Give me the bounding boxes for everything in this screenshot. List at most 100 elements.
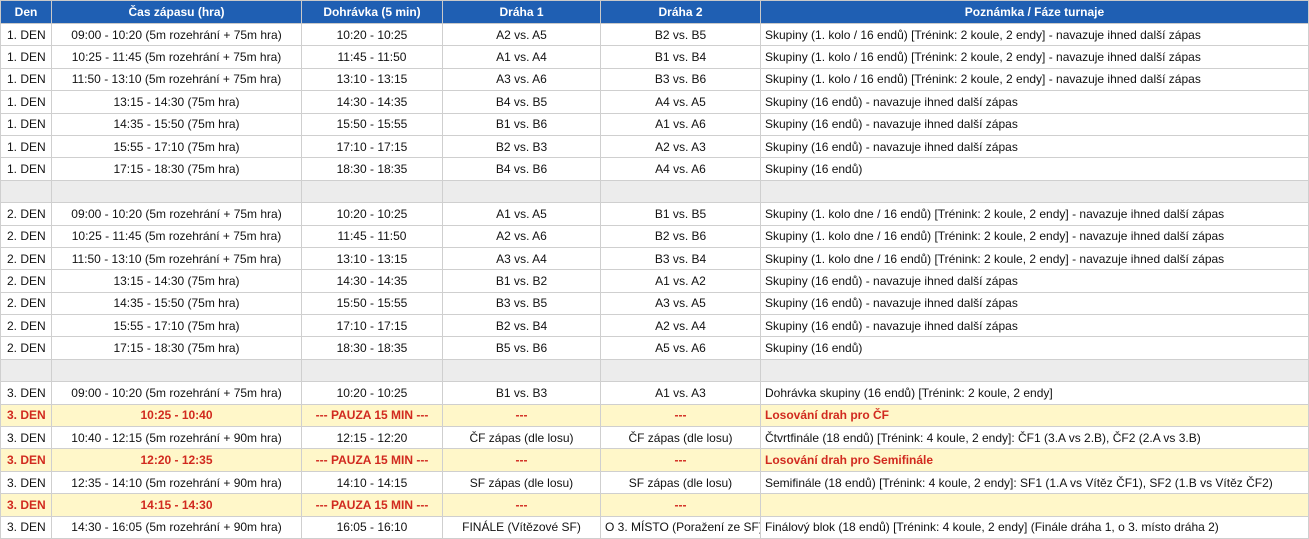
- cell-day[interactable]: 3. DEN: [0, 493, 52, 517]
- cell-note[interactable]: Skupiny (16 endů) - navazuje ihned další…: [760, 134, 1309, 159]
- cell-time[interactable]: 10:25 - 11:45 (5m rozehrání + 75m hra): [51, 224, 302, 248]
- cell-note[interactable]: Skupiny (16 endů) - navazuje ihned další…: [760, 112, 1309, 136]
- cell-lane-1[interactable]: A2 vs. A6: [442, 224, 601, 248]
- cell-finish[interactable]: --- PAUZA 15 MIN ---: [301, 448, 443, 472]
- cell-lane-2[interactable]: A2 vs. A3: [600, 134, 761, 159]
- cell-lane-2[interactable]: A4 vs. A5: [600, 90, 761, 114]
- cell-finish[interactable]: 17:10 - 17:15: [301, 314, 443, 338]
- cell-time[interactable]: 09:00 - 10:20 (5m rozehrání + 75m hra): [51, 381, 302, 405]
- cell-day[interactable]: 1. DEN: [0, 22, 52, 47]
- cell-lane-1[interactable]: B2 vs. B3: [442, 134, 601, 159]
- cell-time[interactable]: 12:35 - 14:10 (5m rozehrání + 90m hra): [51, 470, 302, 495]
- cell-day[interactable]: 1. DEN: [0, 45, 52, 69]
- cell-lane-2[interactable]: A1 vs. A3: [600, 381, 761, 405]
- cell-finish[interactable]: 16:05 - 16:10: [301, 515, 443, 539]
- cell-time[interactable]: 12:20 - 12:35: [51, 448, 302, 472]
- cell-time[interactable]: 14:30 - 16:05 (5m rozehrání + 90m hra): [51, 515, 302, 539]
- cell-day[interactable]: [0, 179, 52, 204]
- cell-finish[interactable]: --- PAUZA 15 MIN ---: [301, 493, 443, 517]
- cell-time[interactable]: 14:15 - 14:30: [51, 493, 302, 517]
- cell-lane-1[interactable]: B4 vs. B5: [442, 90, 601, 114]
- cell-lane-1[interactable]: A2 vs. A5: [442, 22, 601, 47]
- cell-note[interactable]: [760, 493, 1309, 517]
- cell-lane-2[interactable]: ---: [600, 448, 761, 472]
- cell-time[interactable]: 13:15 - 14:30 (75m hra): [51, 269, 302, 293]
- cell-finish[interactable]: 10:20 - 10:25: [301, 381, 443, 405]
- header-note[interactable]: Poznámka / Fáze turnaje: [760, 0, 1309, 24]
- cell-lane-1[interactable]: ---: [442, 403, 601, 428]
- cell-lane-2[interactable]: A1 vs. A6: [600, 112, 761, 136]
- cell-time[interactable]: 13:15 - 14:30 (75m hra): [51, 90, 302, 114]
- header-lane-1[interactable]: Dráha 1: [442, 0, 601, 24]
- cell-day[interactable]: 2. DEN: [0, 246, 52, 271]
- cell-time[interactable]: 14:35 - 15:50 (75m hra): [51, 112, 302, 136]
- cell-finish[interactable]: [301, 358, 443, 383]
- header-time[interactable]: Čas zápasu (hra): [51, 0, 302, 24]
- cell-note[interactable]: Skupiny (1. kolo dne / 16 endů) [Trénink…: [760, 224, 1309, 248]
- cell-lane-1[interactable]: A1 vs. A4: [442, 45, 601, 69]
- header-finish[interactable]: Dohrávka (5 min): [301, 0, 443, 24]
- cell-day[interactable]: 1. DEN: [0, 134, 52, 159]
- cell-lane-1[interactable]: SF zápas (dle losu): [442, 470, 601, 495]
- cell-finish[interactable]: 13:10 - 13:15: [301, 246, 443, 271]
- cell-lane-2[interactable]: [600, 179, 761, 204]
- cell-finish[interactable]: 18:30 - 18:35: [301, 157, 443, 181]
- cell-finish[interactable]: 10:20 - 10:25: [301, 202, 443, 226]
- cell-lane-1[interactable]: B3 vs. B5: [442, 291, 601, 316]
- cell-note[interactable]: Skupiny (1. kolo / 16 endů) [Trénink: 2 …: [760, 45, 1309, 69]
- cell-day[interactable]: 1. DEN: [0, 67, 52, 92]
- cell-finish[interactable]: 11:45 - 11:50: [301, 224, 443, 248]
- cell-lane-2[interactable]: O 3. MÍSTO (Poražení ze SF): [600, 515, 761, 539]
- cell-note[interactable]: Semifinále (18 endů) [Trénink: 4 koule, …: [760, 470, 1309, 495]
- cell-note[interactable]: Skupiny (16 endů) - navazuje ihned další…: [760, 90, 1309, 114]
- cell-lane-1[interactable]: A1 vs. A5: [442, 202, 601, 226]
- cell-note[interactable]: Skupiny (16 endů): [760, 157, 1309, 181]
- cell-note[interactable]: Skupiny (1. kolo dne / 16 endů) [Trénink…: [760, 246, 1309, 271]
- cell-time[interactable]: 17:15 - 18:30 (75m hra): [51, 157, 302, 181]
- cell-day[interactable]: 2. DEN: [0, 224, 52, 248]
- cell-time[interactable]: 11:50 - 13:10 (5m rozehrání + 75m hra): [51, 67, 302, 92]
- cell-time[interactable]: [51, 179, 302, 204]
- cell-note[interactable]: Skupiny (16 endů): [760, 336, 1309, 360]
- cell-note[interactable]: Skupiny (16 endů) - navazuje ihned další…: [760, 291, 1309, 316]
- cell-note[interactable]: Dohrávka skupiny (16 endů) [Trénink: 2 k…: [760, 381, 1309, 405]
- cell-note[interactable]: [760, 358, 1309, 383]
- cell-time[interactable]: 09:00 - 10:20 (5m rozehrání + 75m hra): [51, 22, 302, 47]
- cell-day[interactable]: [0, 358, 52, 383]
- cell-finish[interactable]: [301, 179, 443, 204]
- cell-day[interactable]: 2. DEN: [0, 269, 52, 293]
- cell-lane-2[interactable]: SF zápas (dle losu): [600, 470, 761, 495]
- cell-day[interactable]: 2. DEN: [0, 202, 52, 226]
- cell-lane-1[interactable]: [442, 358, 601, 383]
- cell-finish[interactable]: 10:20 - 10:25: [301, 22, 443, 47]
- cell-lane-2[interactable]: A4 vs. A6: [600, 157, 761, 181]
- cell-finish[interactable]: 14:30 - 14:35: [301, 269, 443, 293]
- cell-lane-1[interactable]: B1 vs. B2: [442, 269, 601, 293]
- cell-lane-1[interactable]: A3 vs. A4: [442, 246, 601, 271]
- cell-day[interactable]: 2. DEN: [0, 291, 52, 316]
- cell-lane-2[interactable]: B1 vs. B5: [600, 202, 761, 226]
- cell-note[interactable]: Skupiny (1. kolo / 16 endů) [Trénink: 2 …: [760, 67, 1309, 92]
- cell-note[interactable]: Losování drah pro ČF: [760, 403, 1309, 428]
- cell-day[interactable]: 3. DEN: [0, 470, 52, 495]
- cell-lane-1[interactable]: [442, 179, 601, 204]
- cell-note[interactable]: Losování drah pro Semifinále: [760, 448, 1309, 472]
- cell-day[interactable]: 1. DEN: [0, 112, 52, 136]
- cell-day[interactable]: 3. DEN: [0, 448, 52, 472]
- cell-lane-2[interactable]: B3 vs. B4: [600, 246, 761, 271]
- cell-day[interactable]: 3. DEN: [0, 403, 52, 428]
- cell-time[interactable]: 15:55 - 17:10 (75m hra): [51, 314, 302, 338]
- cell-lane-2[interactable]: B2 vs. B6: [600, 224, 761, 248]
- cell-note[interactable]: Finálový blok (18 endů) [Trénink: 4 koul…: [760, 515, 1309, 539]
- cell-lane-2[interactable]: ČF zápas (dle losu): [600, 426, 761, 450]
- cell-time[interactable]: 10:40 - 12:15 (5m rozehrání + 90m hra): [51, 426, 302, 450]
- cell-note[interactable]: Skupiny (1. kolo / 16 endů) [Trénink: 2 …: [760, 22, 1309, 47]
- cell-lane-2[interactable]: A2 vs. A4: [600, 314, 761, 338]
- cell-note[interactable]: [760, 179, 1309, 204]
- cell-finish[interactable]: 15:50 - 15:55: [301, 112, 443, 136]
- cell-finish[interactable]: 14:10 - 14:15: [301, 470, 443, 495]
- header-lane-2[interactable]: Dráha 2: [600, 0, 761, 24]
- cell-day[interactable]: 2. DEN: [0, 314, 52, 338]
- cell-lane-2[interactable]: ---: [600, 403, 761, 428]
- cell-lane-1[interactable]: B2 vs. B4: [442, 314, 601, 338]
